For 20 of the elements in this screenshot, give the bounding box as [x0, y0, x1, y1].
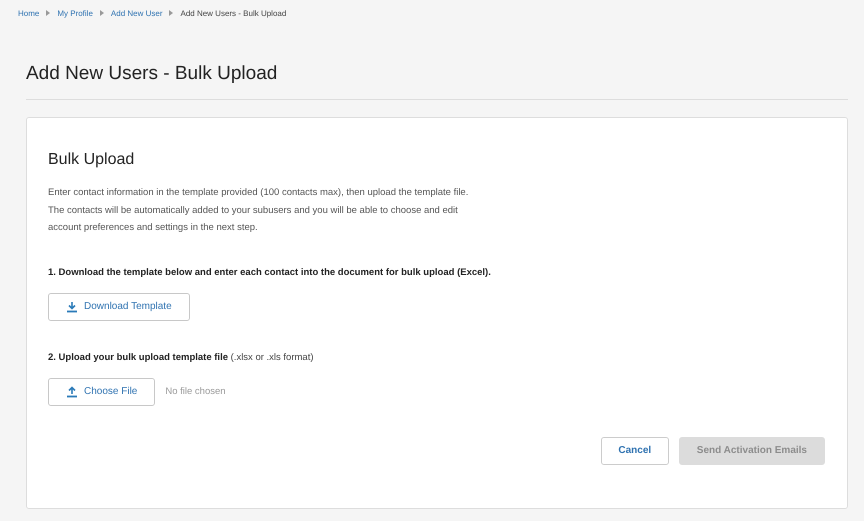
step-label: 2. Upload your bulk upload template file (.xlsx or .xls format) — [48, 352, 315, 362]
description-text: Enter contact information in the template provided (100 contacts max), then upload the template file. — [48, 186, 470, 200]
download-icon — [66, 300, 78, 312]
choose-file-button[interactable]: Choose File — [48, 378, 156, 406]
upload-icon — [66, 386, 78, 398]
cancel-button[interactable]: Cancel — [600, 436, 669, 464]
chevron-icon — [169, 10, 174, 16]
breadcrumb-link[interactable]: Home — [18, 8, 40, 18]
chevron-icon — [46, 10, 50, 16]
download-button[interactable]: Download Template — [48, 292, 190, 320]
breadcrumb-link[interactable]: My Profile — [57, 8, 93, 18]
page-title: Add New Users - Bulk Upload — [26, 62, 278, 86]
chevron-icon — [100, 10, 104, 16]
card-title: Bulk Upload — [48, 151, 136, 169]
file-status: No file chosen — [165, 386, 226, 397]
description-text: The contacts will be automatically added to your subusers and you will be able to choose and edit — [48, 204, 459, 218]
step-label: 1. Download the template below and enter each contact into the document for bulk upload (Excel). — [48, 266, 492, 278]
description-text: account preferences and settings in the next step. — [48, 221, 259, 235]
breadcrumb-link[interactable]: Add New User — [110, 8, 162, 18]
breadcrumb-current: Add New Users - Bulk Upload — [180, 8, 286, 18]
